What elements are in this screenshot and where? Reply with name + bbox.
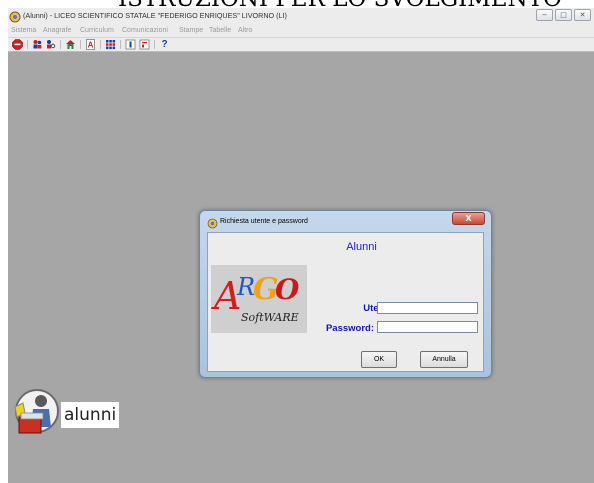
toolbar: A ?: [8, 38, 594, 52]
menu-comunicazioni[interactable]: Comunicazioni: [122, 27, 168, 34]
svg-text:SoftWARE: SoftWARE: [241, 311, 299, 324]
card-icon[interactable]: [125, 39, 136, 50]
menu-anagrafe[interactable]: Anagrafe: [43, 27, 71, 34]
window-title: (Alunni) - LICEO SCIENTIFICO STATALE "FE…: [23, 11, 287, 20]
dialog-body: Alunni A R G O SoftWARE Utente: Password…: [207, 232, 484, 372]
argo-app-icon: [9, 11, 21, 23]
password-field[interactable]: [377, 321, 478, 333]
house-icon[interactable]: [65, 39, 76, 50]
argo-app-icon: [207, 218, 218, 229]
svg-text:O: O: [275, 273, 300, 306]
menu-sistema[interactable]: Sistema: [11, 27, 36, 34]
ok-button[interactable]: OK: [361, 351, 397, 368]
grid-icon[interactable]: [105, 39, 116, 50]
toolbar-separator: [27, 40, 28, 49]
argo-logo: A R G O SoftWARE: [211, 265, 307, 333]
toolbar-separator: [100, 40, 101, 49]
dialog-close-button[interactable]: X: [452, 212, 485, 225]
minimize-button[interactable]: −: [536, 9, 553, 21]
menu-bar: Sistema Anagrafe Curriculum Comunicazion…: [8, 26, 594, 38]
user-search-icon[interactable]: [45, 39, 56, 50]
help-icon[interactable]: ?: [159, 39, 170, 50]
menu-tabelle[interactable]: Tabelle: [209, 27, 231, 34]
toolbar-separator: [80, 40, 81, 49]
title-bar[interactable]: (Alunni) - LICEO SCIENTIFICO STATALE "FE…: [8, 8, 594, 26]
login-dialog: Richiesta utente e password X Alunni A R…: [199, 210, 492, 378]
dialog-title: Richiesta utente e password: [220, 218, 308, 225]
menu-altro[interactable]: Altro: [238, 27, 252, 34]
dialog-app-name: Alunni: [346, 241, 377, 253]
document-heading: ISTRUZIONI PER LO SVOLGIMENTO: [118, 0, 594, 8]
menu-curriculum[interactable]: Curriculum: [80, 27, 114, 34]
alunni-shortcut-icon[interactable]: [11, 387, 63, 439]
argo-logo-graphic: A R G O SoftWARE: [211, 272, 300, 324]
toolbar-separator: [120, 40, 121, 49]
shortcut-label[interactable]: alunni: [61, 402, 120, 428]
stop-icon[interactable]: [12, 39, 23, 50]
password-label: Password:: [325, 323, 374, 334]
menu-stampe[interactable]: Stampe: [179, 27, 203, 34]
toolbar-separator: [154, 40, 155, 49]
close-button[interactable]: ✕: [574, 9, 591, 21]
users-icon[interactable]: [32, 39, 43, 50]
username-field[interactable]: [377, 302, 478, 314]
document-a-icon[interactable]: A: [85, 39, 96, 50]
cancel-button[interactable]: Annulla: [420, 351, 468, 368]
maximize-button[interactable]: □: [555, 9, 572, 21]
report-icon[interactable]: [139, 39, 150, 50]
toolbar-separator: [60, 40, 61, 49]
svg-text:A: A: [88, 41, 94, 50]
